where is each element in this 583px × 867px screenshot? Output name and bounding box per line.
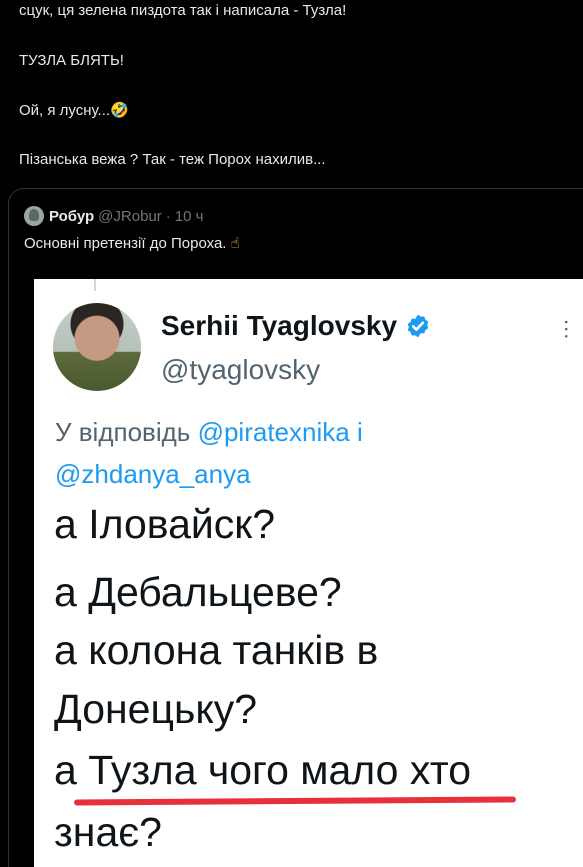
laughing-emoji-icon: 🤣 [110,102,129,119]
image-text-line-6: знає? [54,809,162,855]
red-underline-mark [73,796,517,806]
image-text-line-4: Донецьку? [54,686,258,732]
quoted-tweet-time[interactable]: 10 ч [175,208,204,225]
image-author-name: Serhii Tyaglovsky [161,310,398,341]
screenshot-page: сцук, ця зелена пиздота так і написала -… [0,0,583,867]
pointing-up-emoji-icon: ☝ [230,235,240,252]
header-separator: · [165,207,171,225]
post-text-line-3-text: Ой, я лусну... [19,102,111,119]
image-text-line-3: а колона танків в [54,627,379,673]
reply-prefix: У відповідь [55,417,198,447]
image-text-line-1: а Іловайск? [54,501,276,547]
image-author-avatar [53,303,141,391]
verified-badge-icon [407,314,429,338]
post-text-line-3: Ой, я лусну...🤣 [19,101,573,121]
image-author-name-row: Serhii Tyaglovsky [161,310,431,342]
post-text-line-4: Пізанська вежа ? Так - теж Порох нахилив… [19,151,326,168]
quoted-author-handle[interactable]: @JRobur [98,208,162,225]
quoted-author-avatar[interactable] [24,206,44,226]
image-text-line-5: а Тузла чого мало хто [54,747,472,793]
image-author-handle: @tyaglovsky [161,354,321,385]
post-text-line-1: сцук, ця зелена пиздота так і написала -… [19,2,347,19]
thread-line [94,279,96,291]
reply-context: У відповідь @piratexnika і @zhdanya_anya [55,411,363,495]
image-text-line-2: а Дебальцеве? [54,569,342,615]
post-text-line-2: ТУЗЛА БЛЯТЬ! [19,52,124,69]
quoted-tweet-header: Робур @JRobur · 10 ч [24,206,203,226]
quoted-tweet-image[interactable]: Serhii Tyaglovsky @tyaglovsky ... У відп… [34,279,583,867]
quoted-tweet-text: Основні претензії до Пороха. ☝ [24,234,240,252]
quoted-author-name[interactable]: Робур [49,208,94,225]
reply-and: і [349,417,363,447]
quoted-tweet-text-body: Основні претензії до Пороха. [24,235,227,252]
reply-mention-2: @zhdanya_anya [55,459,251,489]
more-options-icon: ... [560,319,583,341]
reply-mention-1: @piratexnika [197,417,350,447]
